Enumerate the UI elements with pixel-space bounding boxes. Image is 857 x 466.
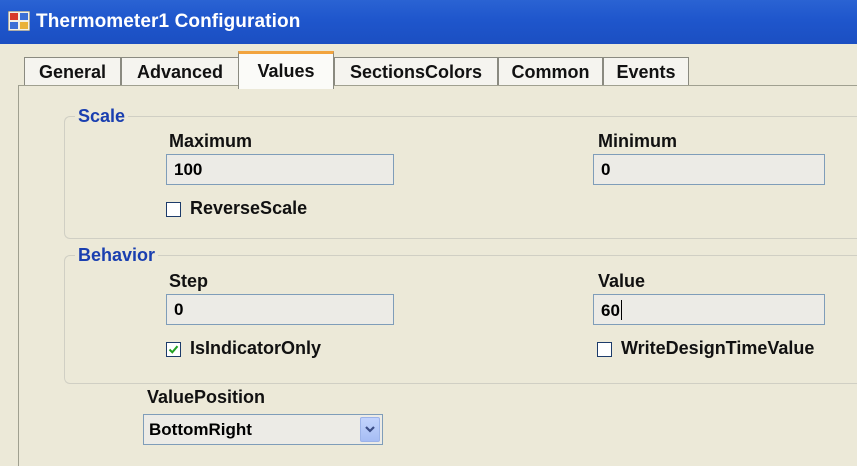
title-bar[interactable]: Thermometer1 Configuration [0, 0, 857, 44]
minimum-label: Minimum [598, 131, 677, 151]
tab-common[interactable]: Common [498, 57, 603, 86]
tab-general[interactable]: General [24, 57, 121, 86]
value-field[interactable]: 60 [593, 294, 825, 325]
maximum-value: 100 [174, 160, 203, 179]
step-field[interactable]: 0 [166, 294, 394, 325]
value-position-label: ValuePosition [147, 387, 266, 407]
value-value: 60 [601, 301, 620, 320]
tab-label: Advanced [136, 61, 224, 82]
is-indicator-only-checkbox[interactable] [166, 342, 181, 357]
value-position-selected: BottomRight [149, 420, 252, 439]
app-icon [7, 10, 31, 32]
check-mark-icon [168, 345, 179, 354]
step-value: 0 [174, 300, 184, 319]
tab-values[interactable]: Values [238, 51, 334, 89]
dropdown-button[interactable] [360, 417, 380, 442]
text-caret [620, 300, 622, 320]
scale-legend: Scale [75, 106, 129, 127]
reverse-scale-label: ReverseScale [190, 198, 308, 218]
maximum-field[interactable]: 100 [166, 154, 394, 185]
tab-label: Common [511, 61, 590, 82]
value-label: Value [598, 271, 646, 291]
tab-strip: General Advanced Values SectionsColors C… [0, 44, 857, 89]
tab-label: SectionsColors [349, 61, 483, 82]
chevron-down-icon [365, 426, 375, 433]
write-design-time-value-label: WriteDesignTimeValue [621, 338, 815, 358]
tab-sectionscolors[interactable]: SectionsColors [334, 57, 498, 86]
reverse-scale-checkbox[interactable] [166, 202, 181, 217]
tab-label: General [38, 61, 107, 82]
tab-events[interactable]: Events [603, 57, 689, 86]
tab-label: Events [616, 61, 676, 82]
maximum-label: Maximum [169, 131, 253, 151]
step-label: Step [169, 271, 209, 291]
is-indicator-only-label: IsIndicatorOnly [190, 338, 322, 358]
behavior-legend: Behavior [75, 245, 159, 266]
value-position-combobox[interactable]: BottomRight [143, 414, 383, 445]
write-design-time-value-checkbox[interactable] [597, 342, 612, 357]
minimum-field[interactable]: 0 [593, 154, 825, 185]
tab-advanced[interactable]: Advanced [121, 57, 239, 86]
window-title: Thermometer1 Configuration [36, 11, 301, 32]
minimum-value: 0 [601, 160, 611, 179]
tab-label: Values [257, 61, 315, 81]
